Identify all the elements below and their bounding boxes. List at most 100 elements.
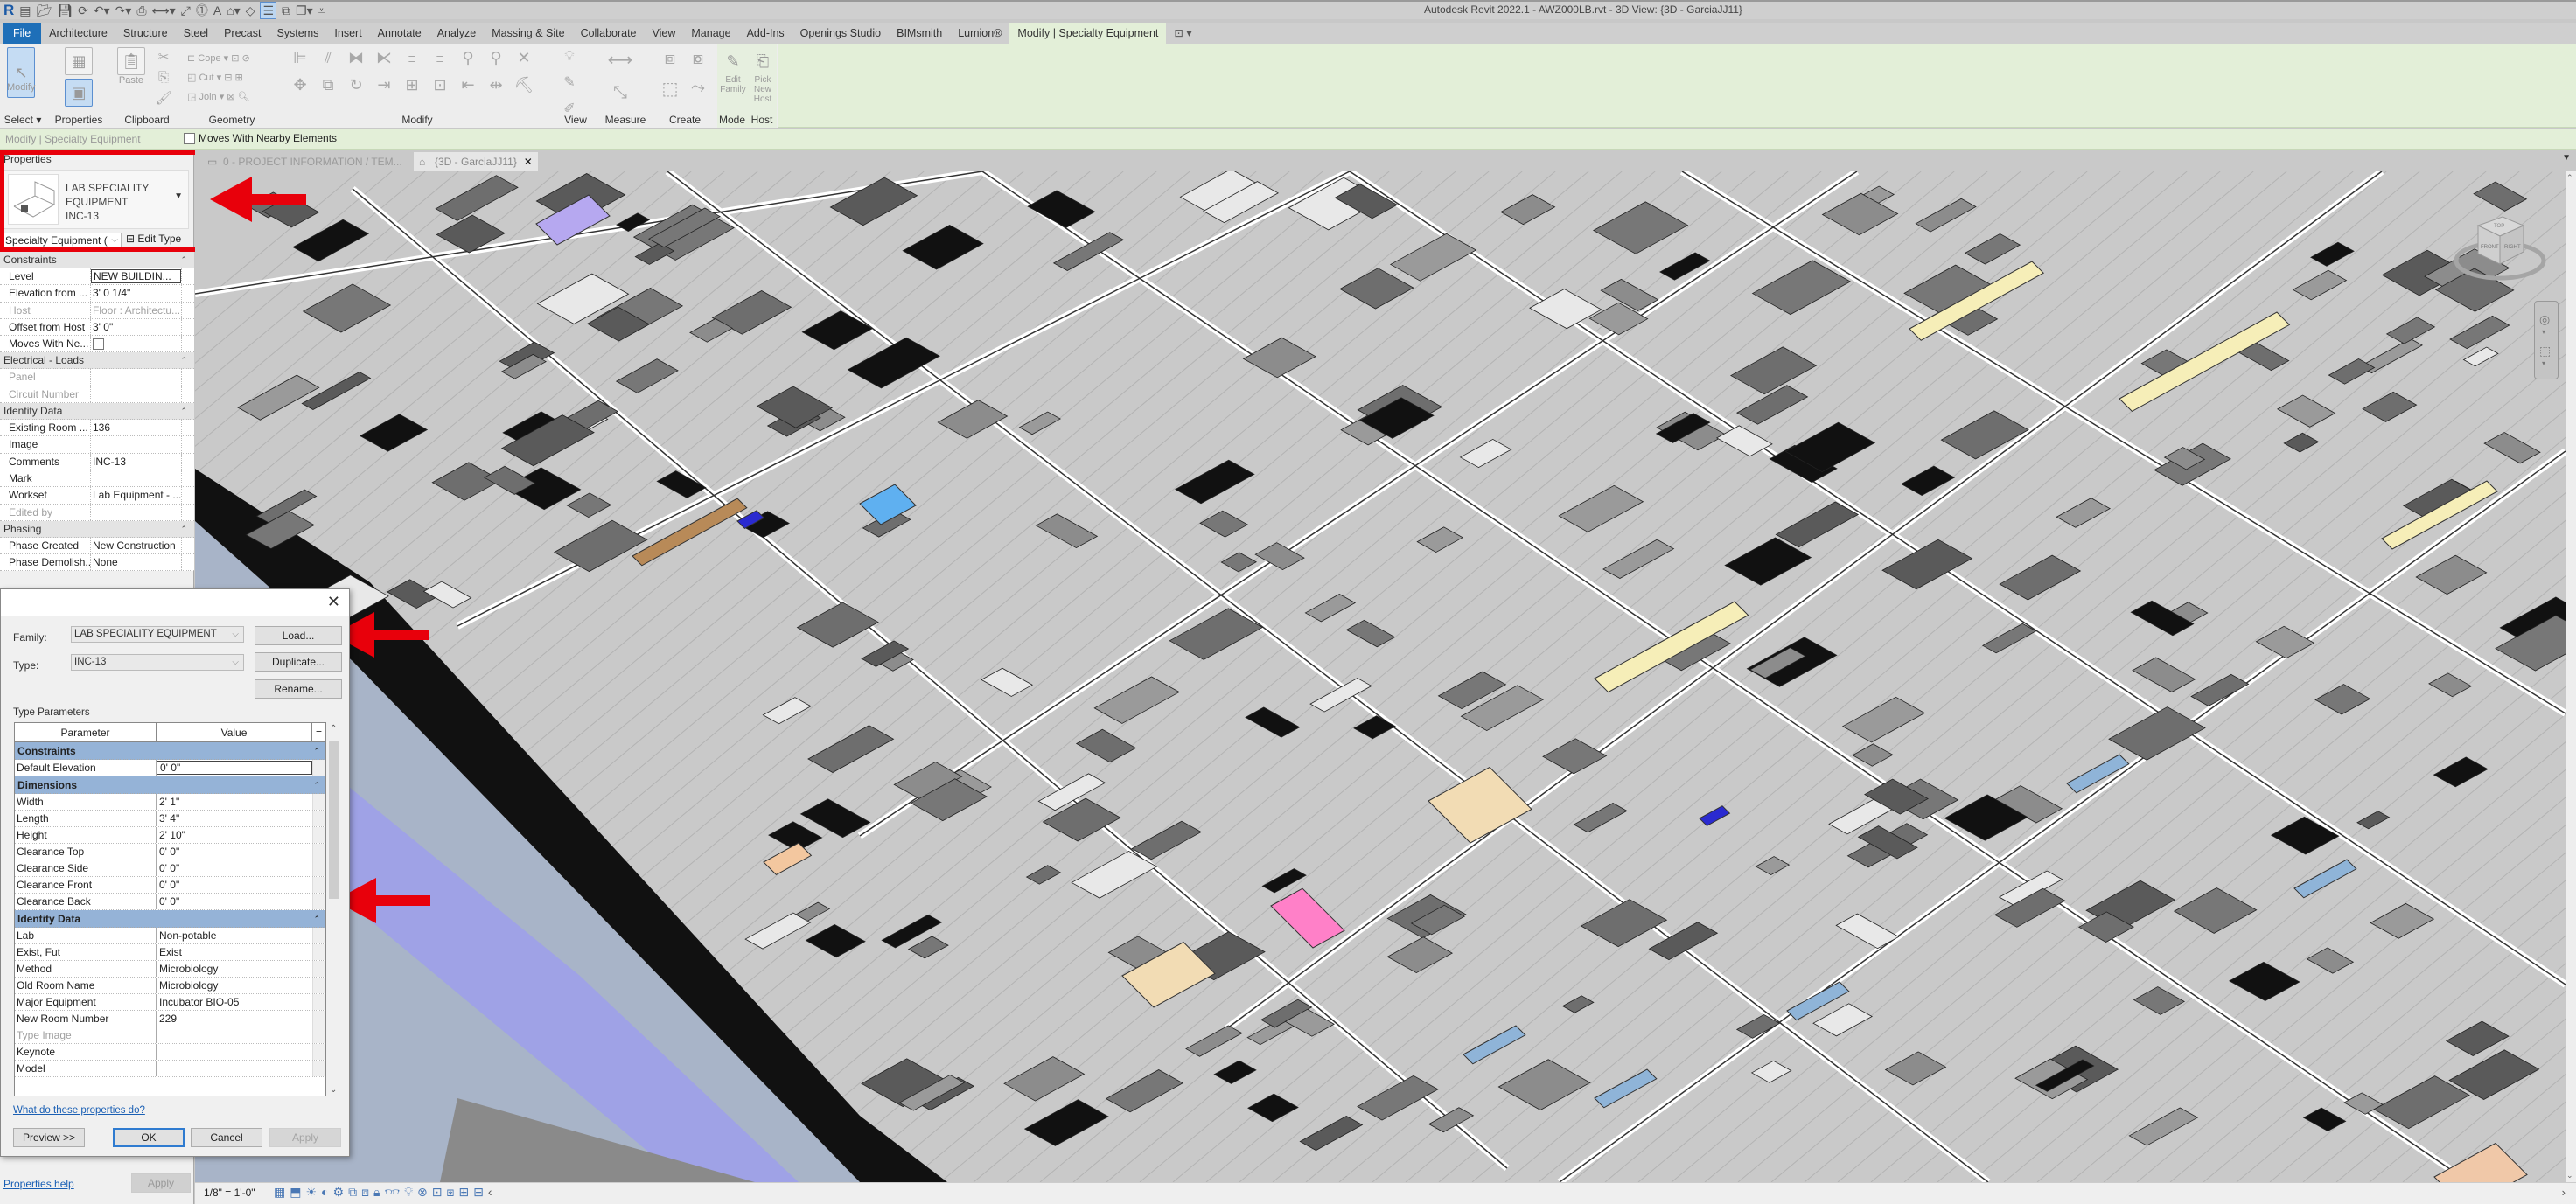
tab-insert[interactable]: Insert [326,23,369,44]
type-parameter-row[interactable]: Height 2' 10" [15,827,325,844]
tab-steel[interactable]: Steel [176,23,217,44]
parameter-value[interactable]: 0' 0" [157,860,312,876]
parameter-value[interactable]: Incubator BIO-05 [157,994,312,1010]
type-parameter-row[interactable]: Model [15,1061,325,1077]
tab-systems[interactable]: Systems [269,23,326,44]
pin-icon[interactable]: ⚲ [457,49,479,67]
parameter-value[interactable]: Microbiology [157,961,312,977]
parameter-value[interactable]: 2' 10" [157,827,312,843]
column-header-value[interactable]: Value [157,723,312,741]
undo-icon[interactable]: ↶▾ [94,3,110,18]
trim-extend-icon[interactable]: ⇥ [373,76,395,94]
formula-button[interactable] [312,928,325,943]
section-icon[interactable]: ◇ [246,3,255,18]
parameter-value[interactable]: Microbiology [157,978,312,993]
property-row[interactable]: Host Floor : Architectu... [0,302,194,319]
formula-button[interactable] [312,811,325,826]
properties-apply-button[interactable]: Apply [131,1173,191,1193]
type-parameter-row[interactable]: Keynote [15,1044,325,1061]
property-value[interactable] [91,436,181,452]
redo-icon[interactable]: ↷▾ [115,3,132,18]
scroll-down-icon[interactable]: ⌄ [330,1085,337,1095]
mirror-pick-axis-icon[interactable]: ⧓ [345,49,367,67]
parameter-value[interactable] [157,1061,312,1076]
zoom-dropdown-icon[interactable]: ▾ [2542,359,2545,367]
collapse-icon[interactable]: ⌃ [180,352,187,369]
ok-button[interactable]: OK [113,1128,185,1147]
detail-level-icon[interactable]: ▦ [274,1185,285,1200]
property-checkbox[interactable] [93,338,104,351]
unpin-icon[interactable]: ⚲ [485,49,507,67]
collapse-icon[interactable]: ⌃ [313,742,320,760]
property-value[interactable] [91,386,181,402]
paste-button[interactable]: 📋︎ Paste [117,47,145,86]
formula-button[interactable] [312,860,325,876]
split-gap-icon[interactable]: ⌯ [429,49,451,67]
dialog-close-icon[interactable]: ✕ [327,593,340,611]
copy-icon[interactable]: ⎘ [154,70,173,85]
measure-between-icon[interactable]: ⟷ [607,49,633,71]
tab-lumion[interactable]: Lumion® [950,23,1009,44]
modify-button[interactable]: ↖ Modify [7,47,35,98]
type-selector[interactable]: LAB SPECIALITY EQUIPMENT INC-13 ▼ [3,170,189,229]
tab-add-ins[interactable]: Add-Ins [739,23,792,44]
formula-button[interactable] [312,1027,325,1043]
reveal-constraints-icon[interactable]: ⊞ [458,1185,469,1200]
type-parameter-row[interactable]: Length 3' 4" [15,811,325,827]
formula-button[interactable] [312,894,325,909]
create-assembly-icon[interactable]: ⧈ [658,49,682,69]
property-value[interactable]: 3' 0" [91,319,181,335]
close-hidden-windows-icon[interactable]: ⧉ [282,3,290,18]
type-group-dimensions[interactable]: Dimensions ⌃ [15,776,325,794]
reveal-hidden-icon[interactable]: 💡︎ [404,1185,413,1200]
temporary-view-properties-icon[interactable]: ⊗ [417,1185,428,1200]
duplicate-button[interactable]: Duplicate... [255,652,342,672]
expand-icon[interactable]: ‹ [488,1185,492,1200]
save-icon[interactable]: 💾︎ [57,3,73,18]
tab-file[interactable]: File [3,23,42,44]
copy-element-icon[interactable]: ⧉ [317,76,339,94]
parameter-value[interactable]: 229 [157,1011,312,1027]
type-group-constraints[interactable]: Constraints ⌃ [15,742,325,760]
cut-icon[interactable]: ✂ [154,49,173,65]
type-parameter-row[interactable]: New Room Number 229 [15,1011,325,1027]
create-similar-icon[interactable]: ⤳ [686,78,710,100]
preview-button[interactable]: Preview >> [13,1128,85,1147]
view-tab-project-info[interactable]: ▭ 0 - PROJECT INFORMATION / TEM... [202,152,402,171]
worksharing-display-icon[interactable]: ⊟ [473,1185,484,1200]
tab-manage[interactable]: Manage [683,23,738,44]
tag-icon[interactable]: ⓵ [196,3,208,18]
load-button[interactable]: Load... [255,626,342,645]
steering-wheel-icon[interactable]: ◎ [2539,312,2550,327]
tab-collaborate[interactable]: Collaborate [573,23,645,44]
tab-architecture[interactable]: Architecture [41,23,115,44]
formula-button[interactable] [312,877,325,893]
parameter-value[interactable]: Exist [157,944,312,960]
formula-button[interactable] [312,760,325,776]
viewcube-icon[interactable]: TOP FRONT RIGHT [2452,206,2548,285]
delete-icon[interactable]: ✕ [513,49,535,67]
print-icon[interactable]: ⎙ [136,3,146,18]
parameter-value[interactable]: 2' 1" [157,794,312,810]
scroll-thumb[interactable] [329,741,339,899]
building-3d-model[interactable] [195,171,2566,1182]
parameter-value[interactable] [157,1044,312,1060]
type-parameter-row[interactable]: Clearance Top 0' 0" [15,844,325,860]
type-select[interactable]: INC-13 ⌵ [71,654,244,671]
checkbox-box[interactable] [184,132,195,144]
thin-lines-icon[interactable]: ☰ [260,2,277,19]
parameter-value[interactable]: Non-potable [157,928,312,943]
property-row[interactable]: Elevation from ... 3' 0 1/4" [0,285,194,303]
match-type-icon[interactable]: 🖌︎ [154,90,173,106]
property-value[interactable] [91,336,181,351]
moves-with-nearby-checkbox[interactable]: Moves With Nearby Elements [184,132,337,144]
property-row[interactable]: Image [0,436,194,454]
tab-view[interactable]: View [645,23,684,44]
properties-button[interactable]: ▣ [65,79,93,107]
trim-single-icon[interactable]: ⇤ [457,76,479,94]
formula-button[interactable] [312,1011,325,1027]
create-parts-icon[interactable]: ⧇ [686,49,710,69]
open-icon[interactable]: 📂︎ [37,3,52,18]
property-value[interactable]: Floor : Architectu... [91,303,181,318]
tab-structure[interactable]: Structure [115,23,176,44]
